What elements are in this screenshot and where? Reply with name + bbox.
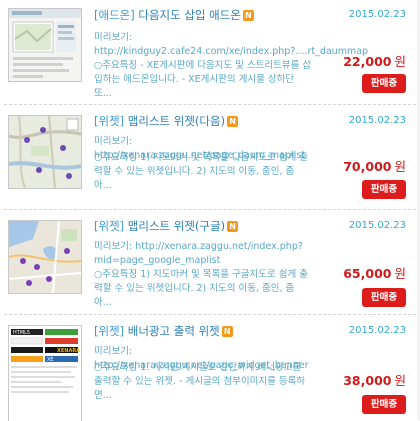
product-description: ○주요특징 - XE게시판에 다음지도 및 스트리트뷰를 삽입하는 애드온입니다… xyxy=(94,60,312,99)
price-value: 22,000 xyxy=(343,54,392,69)
product-date: 2015.02.23 xyxy=(348,115,406,126)
new-badge-icon: N xyxy=(221,326,233,337)
product-description: ○주요특징 1) 지도마커 및 목록을 구글지도로 쉽게 출력할 수 있는 위젯… xyxy=(94,269,308,308)
product-thumbnail[interactable] xyxy=(8,220,82,294)
product-category[interactable]: [위젯] xyxy=(94,219,124,233)
product-date: 2015.02.23 xyxy=(348,9,406,20)
product-price: 38,000 원 xyxy=(343,370,406,389)
preview-link[interactable]: 미리보기: http://xenara.zaggu.net/index.php?… xyxy=(94,240,312,268)
price-unit: 원 xyxy=(394,373,406,388)
banner-logo-html5: HTML5 xyxy=(13,330,30,336)
price-value: 65,000 xyxy=(343,266,392,281)
on-sale-button[interactable]: 판매중 xyxy=(362,74,406,93)
banner-logo-xe: XE xyxy=(47,357,54,363)
on-sale-button[interactable]: 판매중 xyxy=(362,288,406,307)
product-title[interactable]: [위젯] 배너광고 출력 위젯 N xyxy=(94,324,233,339)
thumbnail-screenshot-addon xyxy=(9,9,81,81)
banner-logo-xenara: XENARA xyxy=(57,348,80,354)
price-value: 38,000 xyxy=(343,373,392,388)
product-name[interactable]: 배너광고 출력 위젯 xyxy=(128,324,220,338)
thumbnail-banner-widget: HTML5 XENARA XE xyxy=(9,326,81,421)
product-thumbnail[interactable] xyxy=(8,115,82,189)
product-name[interactable]: 맵리스트 위젯(구글) xyxy=(128,219,225,233)
list-item: [위젯] 맵리스트 위젯(구글) N 2015.02.23 미리보기: http:… xyxy=(0,210,420,315)
price-unit: 원 xyxy=(394,54,406,69)
preview-label: 미리보기: xyxy=(94,136,133,147)
product-price: 70,000 원 xyxy=(343,156,406,175)
thumbnail-google-map xyxy=(9,221,81,293)
price-value: 70,000 xyxy=(343,159,392,174)
new-badge-icon: N xyxy=(227,221,239,232)
product-description: ○주요특징 1. 게시판 게시글로 간단하게 배너광고를 출력할 수 있는 위젯… xyxy=(94,362,306,401)
new-badge-icon: N xyxy=(242,10,254,21)
on-sale-button[interactable]: 판매중 xyxy=(362,395,406,414)
preview-label: 미리보기: xyxy=(94,241,133,252)
product-thumbnail[interactable] xyxy=(8,8,82,82)
product-title[interactable]: [애드온] 다음지도 삽입 애드온 N xyxy=(94,8,254,23)
list-item: [애드온] 다음지도 삽입 애드온 N 2015.02.23 미리보기: http… xyxy=(0,0,420,105)
product-category[interactable]: [위젯] xyxy=(94,114,124,128)
list-item: HTML5 XENARA XE [위젯] 배너광고 출력 위젯 N 2015.0… xyxy=(0,315,420,421)
preview-label: 미리보기: xyxy=(94,346,133,357)
product-date: 2015.02.23 xyxy=(348,325,406,336)
thumbnail-daum-map xyxy=(9,116,81,188)
product-price: 65,000 원 xyxy=(343,263,406,282)
price-unit: 원 xyxy=(394,266,406,281)
price-unit: 원 xyxy=(394,159,406,174)
on-sale-button[interactable]: 판매중 xyxy=(362,180,406,199)
product-name[interactable]: 다음지도 삽입 애드온 xyxy=(138,8,241,22)
preview-link[interactable]: 미리보기: http://kindguy2.cafe24.com/xe/inde… xyxy=(94,31,368,59)
list-item: [위젯] 맵리스트 위젯(다음) N 2015.02.23 미리보기: http:… xyxy=(0,105,420,210)
product-thumbnail[interactable]: HTML5 XENARA XE xyxy=(8,325,82,421)
product-description: ○주요특징 1) 지도마커 및 목록을 다음지도로 쉽게 출력할 수 있는 위젯… xyxy=(94,152,308,191)
product-title[interactable]: [위젯] 맵리스트 위젯(다음) N xyxy=(94,114,239,129)
product-date: 2015.02.23 xyxy=(348,220,406,231)
product-category[interactable]: [애드온] xyxy=(94,8,135,22)
product-name[interactable]: 맵리스트 위젯(다음) xyxy=(128,114,225,128)
preview-url[interactable]: http://kindguy2.cafe24.com/xe/index.php?… xyxy=(94,46,368,57)
product-category[interactable]: [위젯] xyxy=(94,324,124,338)
product-title[interactable]: [위젯] 맵리스트 위젯(구글) N xyxy=(94,219,239,234)
product-price: 22,000 원 xyxy=(343,51,406,70)
preview-label: 미리보기: xyxy=(94,32,133,43)
new-badge-icon: N xyxy=(227,116,239,127)
product-list: [애드온] 다음지도 삽입 애드온 N 2015.02.23 미리보기: http… xyxy=(0,0,420,421)
